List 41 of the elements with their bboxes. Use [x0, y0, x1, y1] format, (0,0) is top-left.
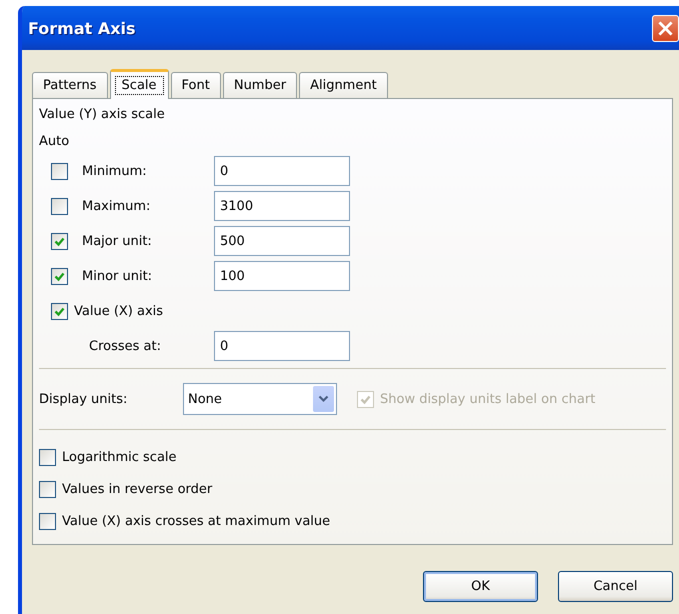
- tab[interactable]: Patterns: [32, 72, 108, 98]
- field-label: Minor unit:: [81, 268, 154, 284]
- checkbox[interactable]: [39, 480, 56, 498]
- tab[interactable]: Font: [170, 72, 221, 98]
- checkbox[interactable]: [51, 162, 68, 180]
- input-field[interactable]: 0: [214, 331, 350, 361]
- input-field[interactable]: 500: [214, 226, 350, 256]
- checkbox-label: Value (X) axis: [73, 304, 164, 318]
- checkbox-label: Values in reverse order: [61, 482, 212, 496]
- dropdown[interactable]: None: [183, 383, 337, 415]
- field-label: Maximum:: [81, 198, 152, 214]
- ok-button[interactable]: OK: [423, 571, 538, 602]
- checkbox[interactable]: [39, 448, 56, 466]
- input-field[interactable]: 3100: [214, 191, 350, 221]
- dropdown-value: None: [188, 392, 222, 406]
- window-title: Format Axis: [27, 18, 136, 38]
- checkbox-label: Value (X) axis crosses at maximum value: [61, 514, 330, 528]
- checkbox-label: Logarithmic scale: [61, 450, 177, 464]
- tab[interactable]: Alignment: [299, 72, 388, 98]
- input-field[interactable]: 0: [214, 156, 350, 186]
- checkmark-icon: [54, 306, 65, 316]
- checkmark-icon: [360, 394, 371, 404]
- field-label: Minimum:: [81, 164, 148, 178]
- checkbox[interactable]: [39, 512, 56, 530]
- tab[interactable]: Number: [222, 72, 298, 98]
- checkbox[interactable]: [51, 232, 68, 250]
- checkmark-icon: [54, 236, 65, 246]
- field-label: Crosses at:: [88, 338, 162, 354]
- checkmark-icon: [54, 270, 65, 282]
- checkbox[interactable]: [51, 302, 68, 320]
- checkbox-label: Show display units label on chart: [379, 392, 596, 406]
- checkbox[interactable]: [51, 198, 68, 214]
- field-label: Major unit:: [81, 234, 153, 248]
- field-label: Display units:: [39, 392, 128, 406]
- input-field[interactable]: 100: [214, 261, 350, 291]
- checkbox[interactable]: [51, 268, 68, 284]
- section-heading: Value (Y) axis scale: [39, 107, 166, 122]
- tab[interactable]: Scale: [110, 69, 169, 99]
- group-label: Auto: [39, 134, 70, 149]
- cancel-button[interactable]: Cancel: [558, 571, 673, 602]
- close-button[interactable]: [652, 14, 679, 42]
